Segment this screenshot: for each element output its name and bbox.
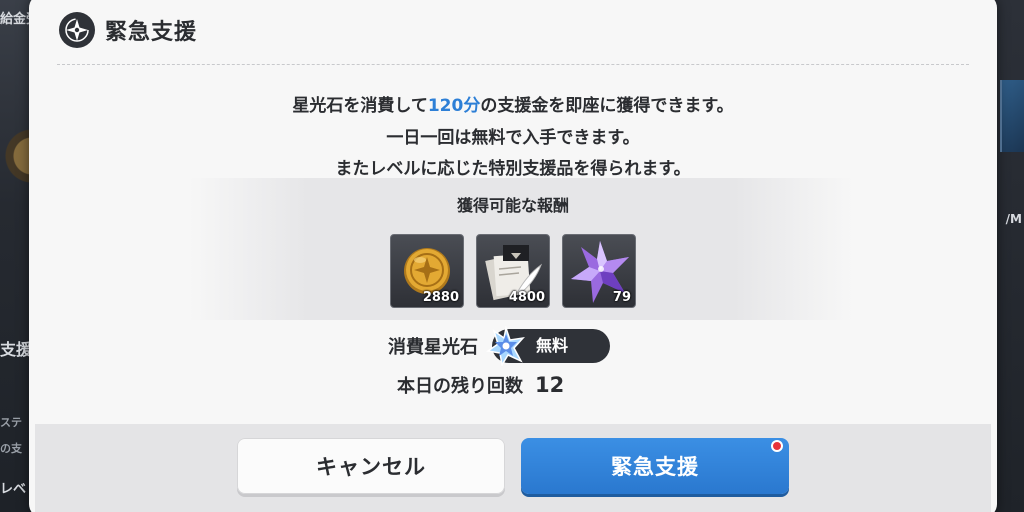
background-label: 支援: [0, 340, 33, 359]
notification-dot: [771, 440, 783, 452]
background-right-panel: [994, 0, 1024, 512]
remaining-count-row: 本日の残り回数 12: [397, 370, 564, 400]
star-stone-icon: [486, 326, 525, 366]
reward-title: 獲得可能な報酬: [456, 196, 569, 215]
cost-pill: 無料: [486, 326, 610, 366]
reward-item-gold[interactable]: 2880: [390, 234, 464, 308]
cost-value: 無料: [536, 336, 569, 355]
description-line-3: またレベルに応じた特別支援品を得られます。: [335, 159, 691, 179]
cost-label: 消費星光石: [388, 337, 478, 358]
reward-count: 2880: [422, 290, 459, 305]
description-line-2: 一日一回は無料で入手できます。: [386, 128, 640, 148]
emergency-support-dialog: 緊急支援 星光石を消費して120分の支援金を即座に獲得できます。 一日一回は無料…: [29, 0, 997, 512]
background-emblem: [0, 96, 32, 216]
background-label: の支: [0, 442, 22, 455]
compass-star-icon: [59, 12, 95, 48]
background-label: /M: [1005, 212, 1022, 226]
emergency-support-button[interactable]: 緊急支援: [521, 438, 789, 494]
remaining-value: 12: [535, 373, 565, 397]
reward-item-documents[interactable]: 4800: [476, 234, 550, 308]
reward-item-crystal[interactable]: 79: [562, 234, 636, 308]
remaining-label: 本日の残り回数: [397, 376, 523, 397]
background-label: ステ: [0, 416, 22, 429]
header-divider: [57, 64, 969, 65]
highlight-duration: 120分: [427, 96, 481, 116]
reward-count: 4800: [508, 290, 545, 305]
reward-count: 79: [612, 290, 631, 305]
dialog-header: 緊急支援: [59, 10, 197, 50]
description-line-1: 星光石を消費して120分の支援金を即座に獲得できます。: [292, 96, 734, 116]
background-label: レベ: [0, 482, 27, 497]
dialog-title: 緊急支援: [105, 20, 198, 45]
cancel-button[interactable]: キャンセル: [237, 438, 505, 494]
cost-row: 消費星光石 無料: [388, 326, 610, 366]
emergency-support-button-label: 緊急支援: [611, 455, 699, 479]
background-card: [1000, 80, 1024, 152]
dialog-footer: [35, 424, 991, 512]
reward-item-list: 2880 4800 79: [390, 234, 636, 308]
